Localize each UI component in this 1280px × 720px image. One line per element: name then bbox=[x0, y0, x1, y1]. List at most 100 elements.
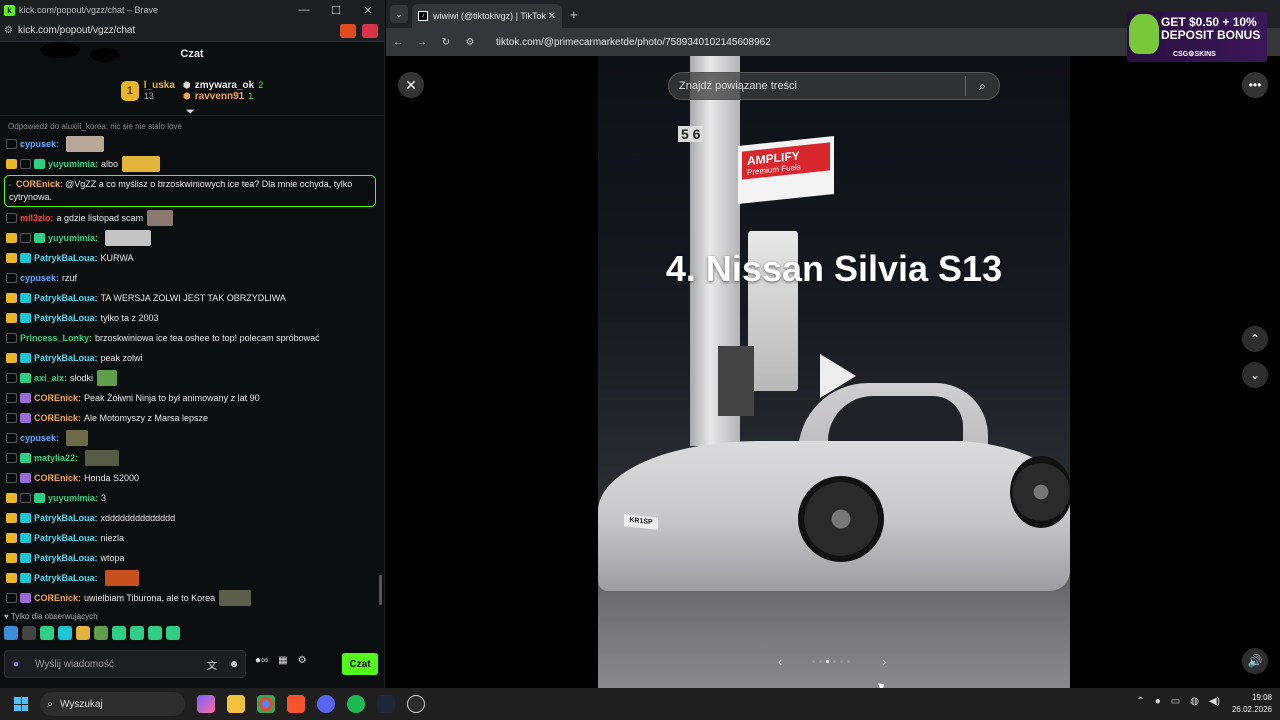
volume-icon[interactable]: ◀) bbox=[1209, 696, 1220, 707]
chat-message[interactable]: COREnick: Peak Żółwni Ninja to był animow… bbox=[0, 388, 384, 408]
message-user[interactable]: matylia22: bbox=[34, 448, 78, 468]
store-icon[interactable]: ▦ bbox=[278, 655, 287, 666]
message-user[interactable]: PatrykBaLoua: bbox=[34, 308, 98, 328]
chat-message[interactable]: matylia22: bbox=[0, 448, 384, 468]
chat-message[interactable]: COREnick: Ale Motomyszy z Marsa lepsze bbox=[0, 408, 384, 428]
next-post-icon[interactable]: ⌄ bbox=[1242, 362, 1268, 388]
message-user[interactable]: PatrykBaLoua: bbox=[34, 568, 98, 588]
file-explorer-icon[interactable] bbox=[227, 695, 245, 713]
search-icon[interactable]: ⌕ bbox=[965, 76, 999, 96]
translate-icon[interactable]: 文 bbox=[201, 657, 223, 672]
message-user[interactable]: yuyumimia: bbox=[48, 488, 98, 508]
chat-message[interactable]: COREnick: Honda S2000 bbox=[0, 468, 384, 488]
play-icon[interactable] bbox=[820, 354, 856, 398]
highlighted-message[interactable]: COREnick: @VgZZ a co myślisz o brzoskwin… bbox=[4, 175, 376, 207]
chat-message[interactable]: axi_aix: słodki bbox=[0, 368, 384, 388]
emote-icon[interactable] bbox=[22, 626, 36, 640]
microphone-icon[interactable]: ● bbox=[1155, 696, 1161, 707]
leader-top-user[interactable]: l_uska bbox=[144, 80, 175, 91]
new-tab-button[interactable]: + bbox=[570, 7, 578, 22]
network-icon[interactable]: ◍ bbox=[1190, 696, 1199, 707]
message-user[interactable]: cypusek: bbox=[20, 428, 59, 448]
message-user[interactable]: PatrykBaLoua: bbox=[34, 348, 98, 368]
address-url[interactable]: kick.com/popout/vgzz/chat bbox=[18, 25, 340, 36]
chat-scrollbar[interactable] bbox=[379, 575, 382, 605]
emote-icon[interactable] bbox=[94, 626, 108, 640]
tray-overflow-icon[interactable]: ⌃ bbox=[1136, 696, 1144, 707]
leader-user[interactable]: ravvenn91 bbox=[195, 91, 244, 102]
minimize-icon[interactable]: — bbox=[288, 4, 320, 16]
tab-tiktok[interactable]: ♪ wiwiwi (@tiktokivgz) | TikTok ✕ bbox=[412, 4, 562, 28]
chat-input-placeholder[interactable]: Wyślij wiadomość bbox=[27, 659, 201, 670]
related-search[interactable]: Znajdź powiązane treści ⌕ bbox=[668, 72, 1000, 100]
chat-input[interactable]: ● Wyślij wiadomość 文 ☻ bbox=[4, 650, 246, 678]
emoji-icon[interactable]: ☻ bbox=[223, 659, 245, 670]
message-user[interactable]: yuyumimia: bbox=[48, 228, 98, 248]
reload-icon[interactable]: ↻ bbox=[434, 37, 458, 48]
chat-message[interactable]: yuyumimia: albo bbox=[0, 154, 384, 174]
message-user[interactable]: yuyumimia: bbox=[48, 154, 98, 174]
tab-search-icon[interactable]: ⌄ bbox=[390, 5, 408, 23]
chat-message[interactable]: yuyumimia: 3 bbox=[0, 488, 384, 508]
message-user[interactable]: PatrykBaLoua: bbox=[34, 508, 98, 528]
more-options-icon[interactable]: ••• bbox=[1242, 72, 1268, 98]
emote-icon[interactable] bbox=[40, 626, 54, 640]
chat-message[interactable]: PatrykBaLoua: peak zolwi bbox=[0, 348, 384, 368]
chat-message[interactable]: PatrykBaLoua: KURWA bbox=[0, 248, 384, 268]
discord-icon[interactable] bbox=[317, 695, 335, 713]
emote-icon[interactable] bbox=[112, 626, 126, 640]
emote-icon[interactable] bbox=[148, 626, 162, 640]
emote-icon[interactable] bbox=[130, 626, 144, 640]
chat-message[interactable]: cypusek: bbox=[0, 428, 384, 448]
message-user[interactable]: COREnick: bbox=[34, 588, 81, 608]
url-field[interactable]: tiktok.com/@primecarmarketde/photo/75893… bbox=[496, 37, 771, 48]
pagination-dot[interactable] bbox=[826, 660, 829, 663]
emote-icon[interactable] bbox=[4, 626, 18, 640]
brave-rewards-icon[interactable] bbox=[362, 23, 378, 38]
display-icon[interactable]: ▭ bbox=[1171, 696, 1180, 707]
emote-icon[interactable] bbox=[76, 626, 90, 640]
message-user[interactable]: COREnick: bbox=[34, 388, 81, 408]
previous-photo-icon[interactable]: ‹ bbox=[778, 654, 782, 669]
message-user[interactable]: COREnick bbox=[16, 179, 60, 189]
copilot-icon[interactable] bbox=[197, 695, 215, 713]
collapse-icon[interactable]: ⏷ bbox=[186, 106, 195, 119]
microphone-icon[interactable]: ● bbox=[5, 659, 27, 670]
message-user[interactable]: cypusek: bbox=[20, 134, 59, 154]
settings-icon[interactable]: ⚙ bbox=[298, 655, 307, 666]
chat-message[interactable]: PatrykBaLoua: niezla bbox=[0, 528, 384, 548]
pagination-dot[interactable] bbox=[819, 660, 822, 663]
tab-close-icon[interactable]: ✕ bbox=[548, 11, 556, 22]
message-user[interactable]: Princess_Lonky: bbox=[20, 328, 92, 348]
previous-post-icon[interactable]: ⌃ bbox=[1242, 326, 1268, 352]
chat-message[interactable]: PatrykBaLoua: bbox=[0, 568, 384, 588]
post-photo[interactable]: 5 6 AMPLIFY Premium Fuels KR1SP 4. Nissa… bbox=[598, 56, 1070, 688]
message-user[interactable]: COREnick: bbox=[34, 468, 81, 488]
kicks-icon[interactable]: ●∞ bbox=[255, 655, 268, 666]
chat-message[interactable]: yuyumimia: bbox=[0, 228, 384, 248]
steam-icon[interactable] bbox=[377, 695, 395, 713]
obs-icon[interactable] bbox=[407, 695, 425, 713]
chat-message[interactable]: Princess_Lonky: brzoskwiniowa ice tea osh… bbox=[0, 328, 384, 348]
message-user[interactable]: PatrykBaLoua: bbox=[34, 548, 98, 568]
maximize-icon[interactable]: ☐ bbox=[320, 4, 352, 17]
emote-icon[interactable] bbox=[166, 626, 180, 640]
chat-message[interactable]: cypusek: bbox=[0, 134, 384, 154]
close-viewer-icon[interactable]: ✕ bbox=[398, 72, 424, 98]
clock[interactable]: 19:08 26.02.2026 bbox=[1232, 692, 1272, 716]
chat-message[interactable]: PatrykBaLoua: tylko ta z 2003 bbox=[0, 308, 384, 328]
message-user[interactable]: mil3zio: bbox=[20, 208, 54, 228]
pagination-dot[interactable] bbox=[833, 660, 836, 663]
next-photo-icon[interactable]: › bbox=[882, 654, 886, 669]
chat-message[interactable]: PatrykBaLoua: TA WERSJA ZOLWI JEST TAK OB… bbox=[0, 288, 384, 308]
chat-message[interactable]: cypusek: rzuf bbox=[0, 268, 384, 288]
chat-message[interactable]: mil3zio: a gdzie listopad scam bbox=[0, 208, 384, 228]
message-user[interactable]: axi_aix: bbox=[34, 368, 67, 388]
taskbar-search[interactable]: ⌕ Wyszukaj bbox=[40, 692, 185, 716]
message-user[interactable]: COREnick: bbox=[34, 408, 81, 428]
back-icon[interactable]: ← bbox=[386, 37, 410, 48]
pagination-dot[interactable] bbox=[812, 660, 815, 663]
spotify-icon[interactable] bbox=[347, 695, 365, 713]
chat-message[interactable]: PatrykBaLoua: wtopa bbox=[0, 548, 384, 568]
chat-message[interactable]: COREnick: uwielbiam Tiburona, ale to Kore… bbox=[0, 588, 384, 608]
